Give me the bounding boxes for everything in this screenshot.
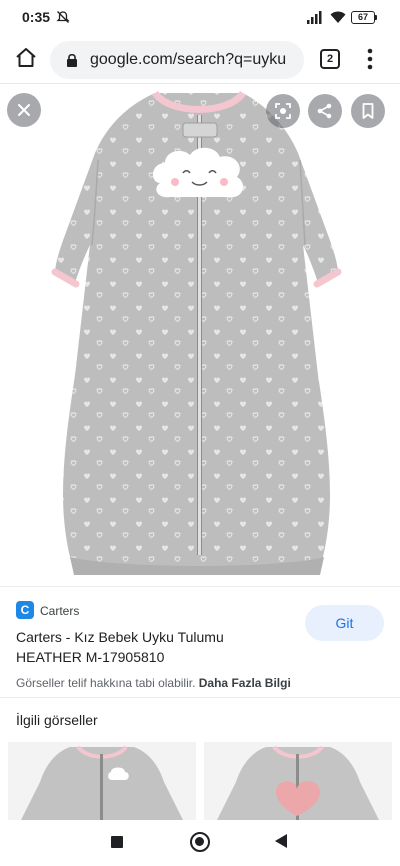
home-icon[interactable] — [14, 46, 38, 70]
status-bar: 0:35 67 — [0, 0, 400, 36]
related-thumbnail[interactable] — [204, 742, 392, 820]
related-image-2[interactable] — [204, 742, 392, 820]
home-nav-icon[interactable] — [190, 832, 210, 852]
close-button[interactable] — [7, 93, 41, 127]
image-viewer[interactable] — [0, 85, 400, 585]
wifi-icon — [330, 11, 346, 23]
site-name[interactable]: Carters — [40, 604, 79, 618]
copyright-notice: Görseller telif hakkına tabi olabilir. D… — [16, 676, 291, 690]
share-button[interactable] — [308, 94, 342, 128]
lock-icon — [67, 53, 77, 67]
bookmark-button[interactable] — [351, 94, 385, 128]
lens-icon — [275, 103, 291, 119]
related-images-title: İlgili görseller — [16, 712, 98, 728]
copyright-text: Görseller telif hakkına tabi olabilir. — [16, 676, 196, 690]
site-favicon: C — [16, 601, 34, 619]
mute-icon — [56, 11, 70, 23]
back-icon[interactable] — [275, 834, 287, 848]
address-bar[interactable]: google.com/search?q=uyku — [50, 41, 304, 79]
signal-icon — [307, 11, 322, 24]
share-icon — [317, 103, 332, 119]
product-image[interactable] — [0, 85, 400, 585]
result-info: C Carters Carters - Kız Bebek Uyku Tulum… — [0, 586, 400, 698]
battery-tip — [375, 15, 377, 20]
result-title-line1[interactable]: Carters - Kız Bebek Uyku Tulumu — [16, 629, 224, 645]
more-vert-icon[interactable] — [362, 46, 378, 72]
recents-icon[interactable] — [111, 836, 123, 848]
related-thumbnail[interactable] — [8, 742, 196, 820]
tabs-icon[interactable]: 2 — [320, 49, 340, 69]
url-text[interactable]: google.com/search?q=uyku — [90, 51, 286, 69]
visit-button[interactable]: Git — [305, 605, 384, 641]
bookmark-icon — [362, 103, 374, 119]
system-nav-bar — [0, 820, 400, 866]
lens-button[interactable] — [266, 94, 300, 128]
status-time: 0:35 — [22, 9, 51, 25]
result-title-line2[interactable]: HEATHER M-17905810 — [16, 649, 164, 665]
more-info-link[interactable]: Daha Fazla Bilgi — [199, 676, 291, 690]
browser-toolbar: google.com/search?q=uyku 2 — [0, 36, 400, 84]
related-image-1[interactable] — [8, 742, 196, 820]
battery-icon: 67 — [351, 11, 375, 24]
close-icon — [18, 104, 30, 116]
